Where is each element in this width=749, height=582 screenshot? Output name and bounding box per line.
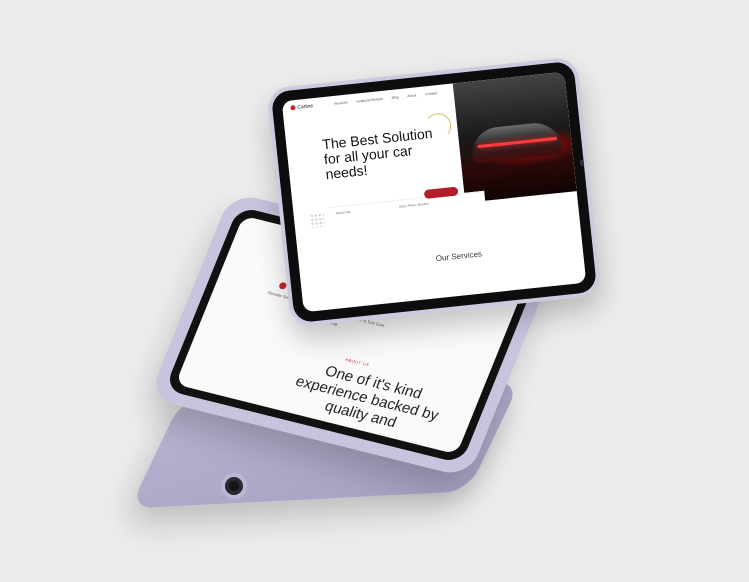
search-bar: Select City Enter Phone Number: [328, 190, 486, 220]
nav-link-blog[interactable]: Blog: [391, 95, 398, 100]
nav-link-models[interactable]: Featured Models: [356, 97, 383, 104]
nav-link-about[interactable]: About: [407, 93, 417, 98]
phone-input[interactable]: Enter Phone Number: [399, 202, 429, 209]
section-kicker: ABOUT US: [344, 356, 371, 368]
front-tablet-bezel: Carline Services Featured Models Blog Ab…: [270, 60, 598, 324]
front-tablet: Carline Services Featured Models Blog Ab…: [266, 56, 602, 328]
mockup-scene: Periodic Services Denting & Painting Whe…: [0, 0, 749, 582]
nav-link-services[interactable]: Services: [334, 101, 348, 106]
brand-name: Carline: [297, 103, 314, 111]
tablet-side-button: [579, 159, 585, 167]
brand-logo[interactable]: Carline: [290, 103, 314, 111]
nav-links: Services Featured Models Blog About Cont…: [334, 90, 445, 106]
services-heading: Our Services: [435, 249, 483, 264]
section-tagline: One of it's kind experience backed by qu…: [293, 362, 442, 432]
logo-icon: [290, 105, 296, 111]
hero-title: The Best Solution for all your car needs…: [321, 124, 434, 183]
camera-icon: [221, 473, 247, 499]
city-select[interactable]: Select City: [335, 210, 351, 216]
dot-pattern: [309, 212, 326, 229]
front-tablet-screen: Carline Services Featured Models Blog Ab…: [281, 71, 587, 313]
nav-link-contact[interactable]: Contact: [425, 91, 437, 96]
